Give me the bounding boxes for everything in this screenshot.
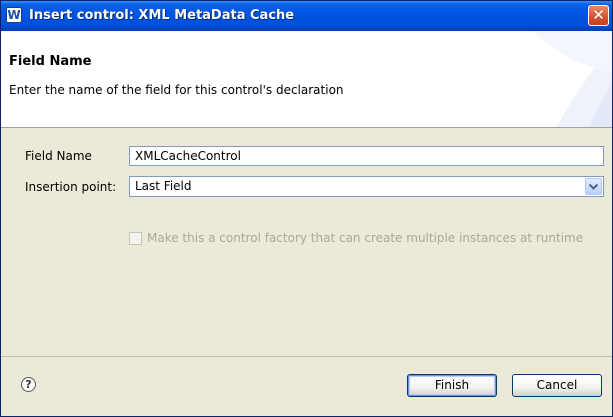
dropdown-button[interactable] xyxy=(585,178,602,195)
cancel-button[interactable]: Cancel xyxy=(512,374,602,397)
header-banner-graphic xyxy=(532,31,612,127)
app-logo-icon: W xyxy=(6,7,22,23)
insertion-point-label: Insertion point: xyxy=(25,180,117,194)
control-factory-checkbox[interactable] xyxy=(129,232,142,245)
window-title: Insert control: XML MetaData Cache xyxy=(29,8,295,23)
finish-button[interactable]: Finish xyxy=(407,374,497,397)
control-factory-label: Make this a control factory that can cre… xyxy=(147,231,584,245)
insertion-point-select[interactable]: Last Field xyxy=(129,176,604,197)
form-area: Field Name XMLCacheControl Insertion poi… xyxy=(1,128,612,356)
page-title: Field Name xyxy=(9,54,92,69)
field-name-label: Field Name xyxy=(25,149,92,163)
help-icon[interactable]: ? xyxy=(21,377,36,392)
title-bar[interactable]: W Insert control: XML MetaData Cache ✕ xyxy=(1,1,612,31)
button-bar: ? Finish Cancel xyxy=(1,356,612,416)
chevron-down-icon xyxy=(589,184,598,190)
insert-control-dialog: W Insert control: XML MetaData Cache ✕ F… xyxy=(0,0,613,417)
insertion-point-value: Last Field xyxy=(135,179,192,193)
close-button[interactable]: ✕ xyxy=(588,5,609,26)
wizard-header: Field Name Enter the name of the field f… xyxy=(1,31,612,128)
field-name-input[interactable]: XMLCacheControl xyxy=(129,146,604,166)
page-description: Enter the name of the field for this con… xyxy=(9,83,344,97)
